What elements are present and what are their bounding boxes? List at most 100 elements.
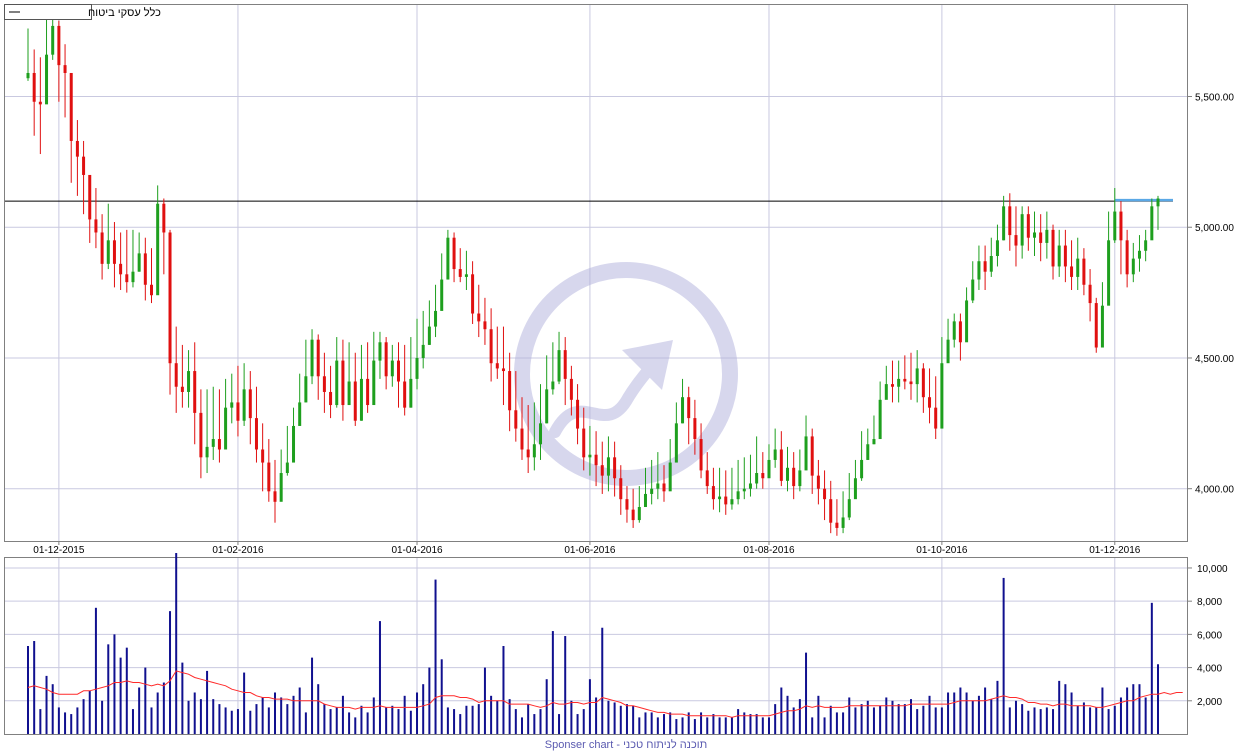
volume-bar (471, 705, 474, 734)
candle-body (872, 439, 876, 445)
candle-body (557, 350, 561, 382)
candle-body (890, 384, 894, 387)
candle-body (38, 101, 42, 105)
volume-bar (860, 704, 863, 734)
candle-body (588, 454, 592, 458)
volume-bar (916, 709, 919, 734)
candle-body (878, 399, 882, 440)
candle-body (1051, 229, 1055, 267)
candle-body (1057, 245, 1061, 267)
candle-body (921, 368, 925, 398)
volume-bar (854, 707, 857, 734)
volume-bar (848, 697, 851, 734)
candle-body (57, 25, 61, 66)
candle-body (773, 449, 777, 460)
volume-bar (1107, 709, 1110, 734)
candle-body (724, 496, 728, 505)
volume-bar (1021, 704, 1024, 734)
candle-body (631, 509, 635, 521)
volume-bar (249, 710, 252, 734)
volume-bar (175, 553, 178, 734)
volume-bar (971, 700, 974, 734)
candle-body (1082, 258, 1086, 285)
candle-body (563, 350, 567, 379)
candle-body (928, 397, 932, 408)
volume-bar (1064, 684, 1067, 734)
volume-bar (119, 657, 122, 734)
candle-body (45, 54, 49, 105)
volume-bar (625, 704, 628, 734)
volume-bar (737, 709, 740, 734)
candle-body (267, 462, 271, 492)
volume-bar (181, 662, 184, 734)
volume-bar (1132, 684, 1135, 734)
candle-body (316, 339, 320, 377)
volume-bar (897, 704, 900, 734)
volume-bar (786, 695, 789, 734)
volume-bar (372, 697, 375, 734)
volume-bar (477, 704, 480, 734)
volume-bar (1082, 702, 1085, 734)
candle-body (971, 279, 975, 301)
candle-body (217, 439, 221, 450)
volume-bar (440, 659, 443, 734)
volume-bar (607, 700, 610, 734)
candle-body (1125, 240, 1129, 275)
volume-bar (101, 700, 104, 734)
candle-body (779, 449, 783, 481)
candle-body (1045, 229, 1049, 243)
volume-bar (903, 704, 906, 734)
candle-body (458, 269, 462, 277)
volume-bar (354, 717, 357, 734)
candle-body (180, 386, 184, 392)
candle-body (489, 329, 493, 364)
candle-body (341, 360, 345, 406)
volume-bar (780, 687, 783, 734)
candle-body (674, 423, 678, 463)
candle-body (1088, 284, 1092, 304)
candle-body (347, 381, 351, 406)
candle-body (156, 203, 160, 296)
candle-body (897, 378, 901, 387)
volume-bar (984, 687, 987, 734)
candle-body (378, 342, 382, 361)
candle-body (112, 240, 116, 264)
volume-bar (1027, 710, 1030, 734)
volume-bar (842, 712, 845, 734)
candle-body (1076, 258, 1080, 277)
volume-bar (76, 707, 79, 734)
volume-bar (1039, 709, 1042, 734)
candle-body (298, 402, 302, 426)
volume-bar (823, 717, 826, 734)
candle-body (823, 488, 827, 500)
candle-body (718, 496, 722, 500)
candle-body (965, 300, 969, 343)
candle-body (359, 378, 363, 421)
volume-bar (107, 644, 110, 734)
candle-body (372, 360, 376, 406)
volume-bar (125, 647, 128, 734)
volume-bar (169, 611, 172, 734)
candle-body (143, 253, 147, 285)
candle-body (230, 402, 234, 408)
volume-bar (570, 700, 573, 734)
candle-body (798, 470, 802, 487)
candle-body (860, 459, 864, 479)
volume-bar (1095, 707, 1098, 734)
volume-tick-label: 4,000 (1197, 664, 1222, 675)
volume-bar (761, 717, 764, 734)
volume-bar (551, 631, 554, 734)
volume-bar (150, 707, 153, 734)
x-tick-label: 01-12-2015 (33, 545, 85, 556)
candle-body (174, 363, 178, 387)
volume-bar (496, 700, 499, 734)
volume-bar (88, 690, 91, 734)
volume-bar (446, 707, 449, 734)
volume-bar (311, 657, 314, 734)
candle-body (403, 381, 407, 408)
candle-body (1026, 214, 1030, 238)
candle-body (366, 378, 370, 406)
candle-body (786, 467, 790, 481)
candle-body (1008, 206, 1012, 236)
candle-body (292, 425, 296, 463)
